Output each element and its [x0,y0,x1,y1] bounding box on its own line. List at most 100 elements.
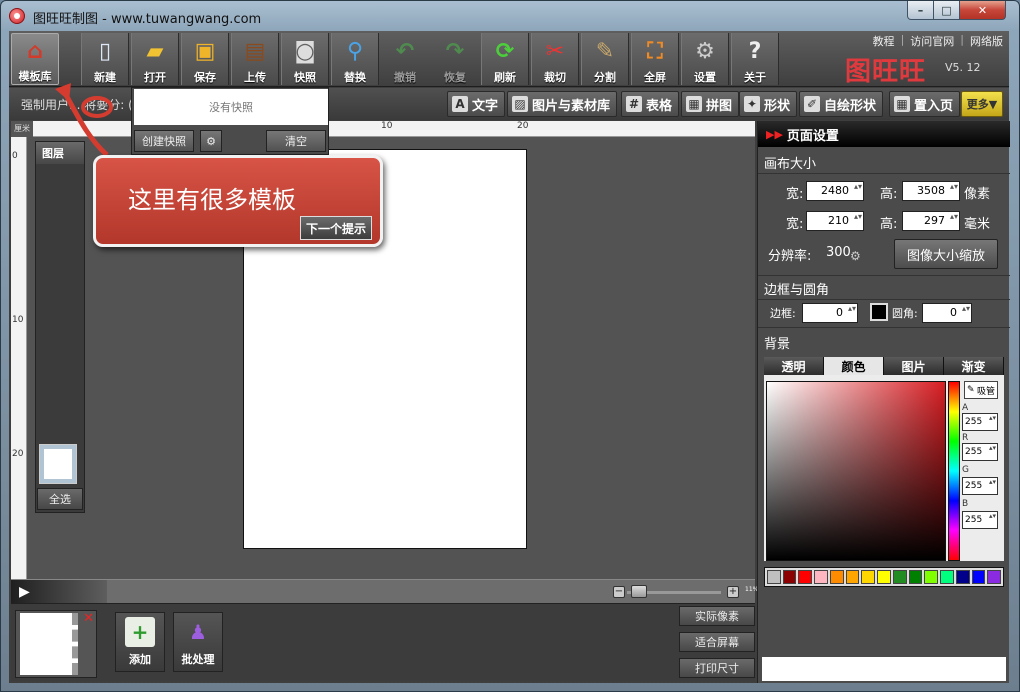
blue-input[interactable]: 255 [962,511,998,529]
tab-gradient[interactable]: 渐变 [944,357,1004,375]
palette-swatch[interactable] [924,570,939,584]
image-library-button[interactable]: ▨ 图片与素材库 [507,91,618,117]
color-channels: ✎吸管 A 255 R 255 G 255 B 255 [960,377,1004,561]
green-input[interactable]: 255 [962,477,998,495]
undo-button[interactable]: ↶ 撤销 [381,33,429,85]
magnifier-icon: ⚲ [346,38,364,64]
hue-slider[interactable] [948,381,960,561]
tab-color[interactable]: 颜色 [824,357,884,375]
web-version-link[interactable]: 网络版 [970,33,1003,49]
panel-header: ▶▶ 页面设置 [758,121,1010,147]
zoom-out-button[interactable]: − [613,586,625,598]
create-snapshot-button[interactable]: 创建快照 [134,130,194,152]
next-hint-button[interactable]: 下一个提示 [300,216,372,240]
snapshot-button[interactable]: ◙ 快照 [281,33,329,85]
ruler-unit: 厘米 [11,121,33,137]
new-file-icon: ▯ [98,38,112,64]
play-button[interactable]: ▶ [11,580,107,604]
zoom-in-button[interactable]: + [727,586,739,598]
select-all-button[interactable]: 全选 [37,488,83,510]
main-toolbar: ⌂ 模板库 ▯ 新建 ▰ 打开 ▣ 保存 ▤ 上传 ◙ 快照 ⚲ 替换 ↶ 撤销… [9,31,1009,87]
new-button[interactable]: ▯ 新建 [81,33,129,85]
eyedropper-button[interactable]: ✎ 吸管 [964,381,998,399]
maximize-button[interactable]: □ [933,1,960,20]
more-button[interactable]: 更多▼ [961,91,1003,117]
close-button[interactable]: ✕ [959,1,1006,20]
zoom-slider-handle[interactable] [631,585,647,598]
height-px-input[interactable]: 3508 [902,181,960,201]
tutorial-link[interactable]: 教程 [873,33,895,49]
dpi-value[interactable]: 300 [826,245,851,260]
redo-button[interactable]: ↷ 恢复 [431,33,479,85]
background-tabs: 透明 颜色 图片 渐变 [764,357,1004,375]
palette-swatch[interactable] [940,570,954,584]
print-size-button[interactable]: 打印尺寸 [679,658,755,678]
palette-swatch[interactable] [814,570,828,584]
fit-screen-button[interactable]: 适合屏幕 [679,632,755,652]
palette-swatch[interactable] [892,570,907,584]
custom-shape-button[interactable]: ✐ 自绘形状 [799,91,884,117]
open-button[interactable]: ▰ 打开 [131,33,179,85]
red-input[interactable]: 255 [962,443,998,461]
layer-thumbnail[interactable] [39,444,77,484]
about-button[interactable]: ? 关于 [731,33,779,85]
image-resize-button[interactable]: 图像大小缩放 [894,239,998,269]
border-color-swatch[interactable] [870,303,888,321]
panel-footer [762,657,1006,681]
scissors-icon: ✂ [545,38,565,64]
palette-swatch[interactable] [955,570,970,584]
official-site-link[interactable]: 访问官网 [910,33,954,49]
palette-swatch[interactable] [861,570,876,584]
actual-pixels-button[interactable]: 实际像素 [679,606,755,626]
palette-swatch[interactable] [767,570,781,584]
tab-image[interactable]: 图片 [884,357,944,375]
replace-button[interactable]: ⚲ 替换 [331,33,379,85]
text-tool-button[interactable]: A 文字 [447,91,506,117]
color-picker-field[interactable] [766,381,946,561]
minimize-button[interactable]: – [907,1,934,20]
alpha-input[interactable]: 255 [962,413,998,431]
refresh-button[interactable]: ⟳ 刷新 [481,33,529,85]
height-mm-input[interactable]: 297 [902,211,960,231]
upload-button[interactable]: ▤ 上传 [231,33,279,85]
palette-swatch[interactable] [782,570,797,584]
table-tool-button[interactable]: # 表格 [621,91,680,117]
tab-transparent[interactable]: 透明 [764,357,824,375]
dpi-gear-icon[interactable]: ⚙ [850,249,861,263]
brush-icon: ✐ [804,96,820,112]
page-thumbnail[interactable]: ✕ [15,610,97,678]
palette-swatch[interactable] [971,570,986,584]
delete-page-icon[interactable]: ✕ [83,611,94,626]
palette-swatch[interactable] [845,570,860,584]
border-width-input[interactable]: 0 [802,303,858,323]
redo-icon: ↷ [445,38,465,64]
page-settings-panel: ▶▶ 页面设置 画布大小 宽: 2480 高: 3508 像素 宽: 210 高… [757,121,1010,683]
palette-swatch[interactable] [987,570,1002,584]
window-title: 图旺旺制图 - www.tuwangwang.com [33,12,262,27]
corner-radius-input[interactable]: 0 [922,303,972,323]
palette-swatch[interactable] [877,570,891,584]
palette-swatch[interactable] [829,570,844,584]
batch-button[interactable]: ♟ 批处理 [173,612,223,672]
width-px-input[interactable]: 2480 [806,181,864,201]
palette-swatch[interactable] [798,570,813,584]
crop-button[interactable]: ✂ 裁切 [531,33,579,85]
split-button[interactable]: ✎ 分割 [581,33,629,85]
shape-tool-button[interactable]: ✦ 形状 [739,91,798,117]
play-zoom-bar: ▶ − + 11% [11,579,758,604]
add-page-button[interactable]: + 添加 [115,612,165,672]
insert-page-button[interactable]: ▦ 置入页 [889,91,961,117]
template-library-button[interactable]: ⌂ 模板库 [11,33,59,85]
mm-unit: 毫米 [964,217,991,232]
pen-icon: ✎ [595,38,615,64]
gears-icon: ⚙ [695,38,715,64]
snapshot-settings-button[interactable]: ⚙ [200,130,222,152]
clear-snapshot-button[interactable]: 清空 [266,130,326,152]
pages-panel: ✕ + 添加 ♟ 批处理 实际像素 适合屏幕 打印尺寸 [11,603,755,681]
save-button[interactable]: ▣ 保存 [181,33,229,85]
fullscreen-button[interactable]: ⛶ 全屏 [631,33,679,85]
palette-swatch[interactable] [908,570,923,584]
settings-button[interactable]: ⚙ 设置 [681,33,729,85]
width-mm-input[interactable]: 210 [806,211,864,231]
collage-tool-button[interactable]: ▦ 拼图 [681,91,740,117]
